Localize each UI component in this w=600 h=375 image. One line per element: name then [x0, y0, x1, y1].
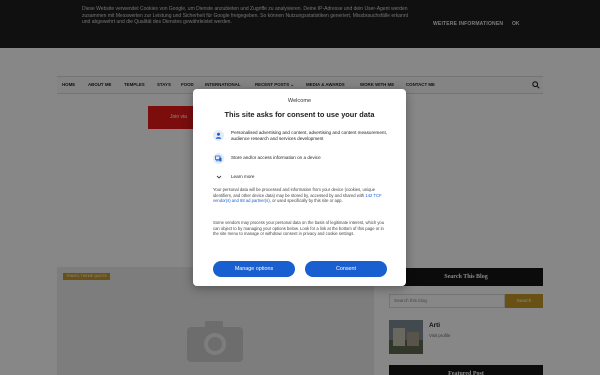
chevron-down-icon[interactable] [215, 173, 223, 181]
device-icon [213, 153, 224, 164]
consent-dialog: Welcome This site asks for consent to us… [193, 89, 406, 286]
consent-body-paragraph-2: Some vendors may process your personal d… [213, 220, 385, 237]
purpose-advertising-text: Personalised advertising and content, ad… [231, 130, 388, 142]
consent-heading: This site asks for consent to use your d… [224, 110, 375, 119]
manage-options-button[interactable]: Manage options [213, 261, 295, 277]
consent-body-1a: Your personal data will be processed and… [213, 187, 376, 198]
consent-body-paragraph-1: Your personal data will be processed and… [213, 187, 389, 204]
learn-more-toggle[interactable]: Learn more [231, 174, 255, 179]
consent-welcome: Welcome [287, 98, 312, 104]
purpose-device-text: Store and/or access information on a dev… [231, 155, 321, 160]
consent-body-1b: , or used specifically by this site or a… [269, 198, 343, 204]
consent-button[interactable]: Consent [305, 261, 387, 277]
person-icon [213, 130, 224, 141]
